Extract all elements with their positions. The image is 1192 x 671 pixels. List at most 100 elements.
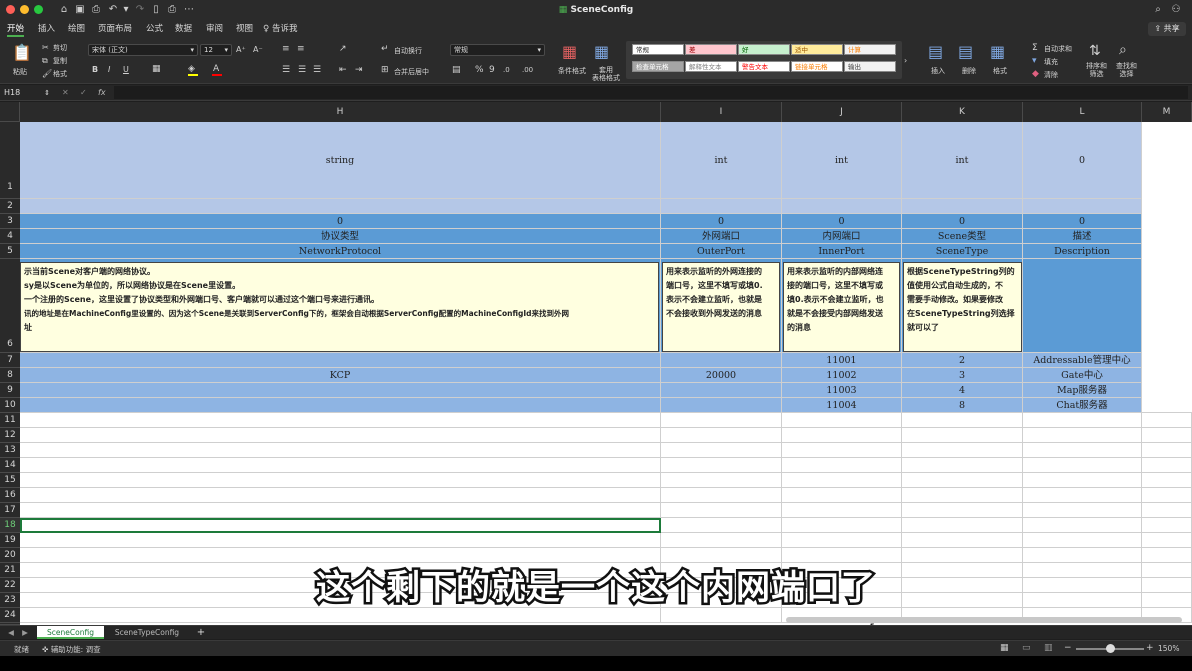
tab-review[interactable]: 审阅 <box>206 20 223 38</box>
cell-k7[interactable]: 2 <box>902 353 1023 368</box>
empty-cell[interactable] <box>661 443 782 458</box>
find-select-icon[interactable]: ⌕ <box>1119 43 1127 57</box>
empty-cell[interactable] <box>1142 428 1192 443</box>
empty-cell[interactable] <box>1023 413 1142 428</box>
cell-i9[interactable] <box>661 383 782 398</box>
decrease-font-icon[interactable]: A⁻ <box>253 45 263 55</box>
cell-i2[interactable] <box>661 199 782 214</box>
accessibility-status[interactable]: ✜ 辅助功能: 调查 <box>42 644 101 655</box>
empty-cell[interactable] <box>20 608 661 623</box>
empty-cell[interactable] <box>1142 503 1192 518</box>
cell-l9[interactable]: Map服务器 <box>1023 383 1142 398</box>
cell-i7[interactable] <box>661 353 782 368</box>
style-bad[interactable]: 差 <box>685 44 737 55</box>
row-header[interactable]: 12 <box>0 428 20 443</box>
style-output[interactable]: 输出 <box>844 61 896 72</box>
empty-cell[interactable] <box>20 473 661 488</box>
empty-cell[interactable] <box>782 458 902 473</box>
font-name-select[interactable]: 宋体 (正文) ▾ <box>88 44 198 56</box>
cell-h4[interactable]: 协议类型 <box>20 229 661 244</box>
format-cells-icon[interactable]: ▦ <box>990 44 1005 60</box>
insert-cells-label[interactable]: 插入 <box>931 66 945 76</box>
empty-cell[interactable] <box>20 503 661 518</box>
empty-cell[interactable] <box>1142 443 1192 458</box>
empty-cell[interactable] <box>20 488 661 503</box>
empty-cell[interactable] <box>902 428 1023 443</box>
cell-i8[interactable]: 20000 <box>661 368 782 383</box>
cell-h5[interactable]: NetworkProtocol <box>20 244 661 259</box>
tab-insert[interactable]: 插入 <box>38 20 55 38</box>
row-header[interactable]: 17 <box>0 503 20 518</box>
empty-cell[interactable] <box>661 488 782 503</box>
row-header[interactable]: 4 <box>0 229 20 244</box>
font-size-select[interactable]: 12 ▾ <box>200 44 232 56</box>
empty-cell[interactable] <box>902 503 1023 518</box>
normal-view-icon[interactable]: ▦ <box>1000 643 1009 653</box>
delete-cells-label[interactable]: 删除 <box>962 66 976 76</box>
tab-formulas[interactable]: 公式 <box>146 20 163 38</box>
row-header[interactable]: 24 <box>0 608 20 623</box>
autosum-label[interactable]: 自动求和 <box>1044 44 1072 54</box>
column-header-i[interactable]: I <box>661 102 782 122</box>
empty-cell[interactable] <box>782 503 902 518</box>
empty-cell[interactable] <box>661 503 782 518</box>
column-header-m[interactable]: M <box>1142 102 1192 122</box>
tab-page-layout[interactable]: 页面布局 <box>98 20 132 38</box>
row-header[interactable]: 15 <box>0 473 20 488</box>
row-header[interactable]: 2 <box>0 199 20 214</box>
account-icon[interactable]: ⚇ <box>1170 3 1182 16</box>
empty-cell[interactable] <box>661 458 782 473</box>
sort-filter-icon[interactable]: ⇅ <box>1089 44 1101 58</box>
bold-icon[interactable]: B <box>92 65 98 75</box>
row-header[interactable]: 9 <box>0 383 20 398</box>
style-normal[interactable]: 常规 <box>632 44 684 55</box>
wrap-text-icon[interactable]: ↵ <box>381 44 389 54</box>
align-middle-icon[interactable]: ≡ <box>297 44 305 54</box>
empty-cell[interactable] <box>20 533 661 548</box>
cell-l3[interactable]: 0 <box>1023 214 1142 229</box>
empty-cell[interactable] <box>1142 488 1192 503</box>
tab-home[interactable]: 开始 <box>7 20 25 38</box>
function-icon[interactable]: fx <box>98 87 106 99</box>
style-warning[interactable]: 警告文本 <box>738 61 790 72</box>
decrease-indent-icon[interactable]: ⇤ <box>339 65 347 75</box>
sheet-tab-sceneconfig[interactable]: SceneConfig <box>37 626 104 639</box>
format-as-table-icon[interactable]: ▦ <box>594 44 609 60</box>
row-header[interactable]: 1 <box>0 122 20 199</box>
style-good[interactable]: 好 <box>738 44 790 55</box>
empty-cell[interactable] <box>782 488 902 503</box>
cell-i1[interactable]: int <box>661 122 782 199</box>
empty-cell[interactable] <box>661 473 782 488</box>
cell-h9[interactable] <box>20 383 661 398</box>
font-color-icon[interactable]: A <box>213 64 219 74</box>
cell-h7[interactable] <box>20 353 661 368</box>
empty-cell[interactable] <box>661 533 782 548</box>
insert-cells-icon[interactable]: ▤ <box>928 44 943 60</box>
delete-cells-icon[interactable]: ▤ <box>958 44 973 60</box>
enter-icon[interactable]: ✓ <box>80 87 87 99</box>
cell-j8[interactable]: 11002 <box>782 368 902 383</box>
cell-i5[interactable]: OuterPort <box>661 244 782 259</box>
row-header[interactable]: 16 <box>0 488 20 503</box>
align-top-icon[interactable]: ≡ <box>282 44 290 54</box>
merge-icon[interactable]: ⊞ <box>381 65 389 75</box>
share-button[interactable]: ⇪ 共享 <box>1148 22 1186 36</box>
cell-h2[interactable] <box>20 199 661 214</box>
sort-filter-label[interactable]: 排序和 筛选 <box>1086 62 1107 78</box>
cell-k1[interactable]: int <box>902 122 1023 199</box>
cell-l6[interactable] <box>1023 259 1142 353</box>
empty-cell[interactable] <box>1023 473 1142 488</box>
zoom-level[interactable]: 150% <box>1158 644 1179 653</box>
column-header-k[interactable]: K <box>902 102 1023 122</box>
cell-k4[interactable]: Scene类型 <box>902 229 1023 244</box>
empty-cell[interactable] <box>1023 518 1142 533</box>
cell-k2[interactable] <box>902 199 1023 214</box>
empty-cell[interactable] <box>1023 503 1142 518</box>
cell-l4[interactable]: 描述 <box>1023 229 1142 244</box>
empty-cell[interactable] <box>661 428 782 443</box>
empty-cell[interactable] <box>902 473 1023 488</box>
add-sheet-icon[interactable]: + <box>193 626 209 639</box>
cancel-icon[interactable]: ✕ <box>62 87 69 99</box>
empty-cell[interactable] <box>1142 413 1192 428</box>
row-header[interactable]: 11 <box>0 413 20 428</box>
